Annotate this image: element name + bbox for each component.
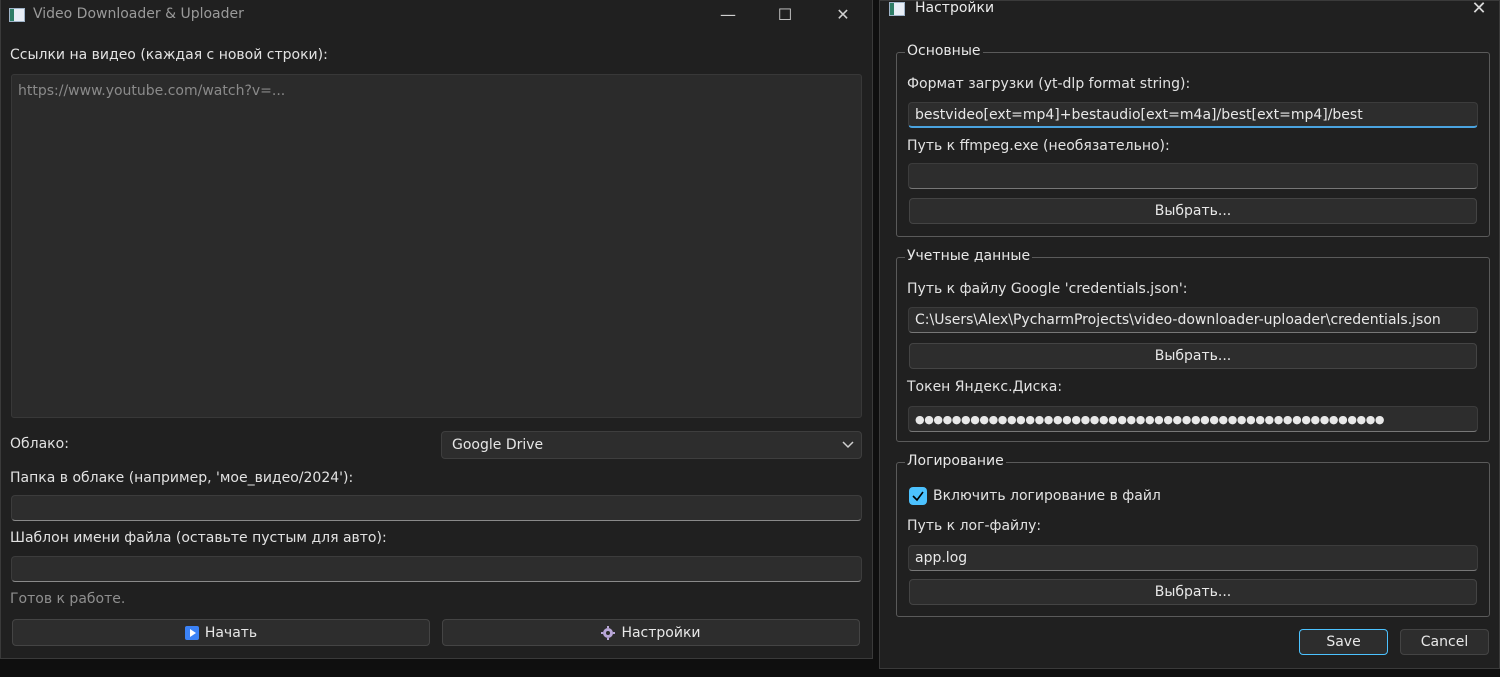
settings-dialog: Настройки ✕ Основные Формат загрузки (yt… — [879, 0, 1500, 669]
cancel-button[interactable]: Cancel — [1400, 629, 1489, 655]
minimize-icon[interactable]: — — [699, 0, 757, 32]
close-icon[interactable]: ✕ — [1467, 0, 1491, 20]
cloud-selected-value: Google Drive — [452, 437, 544, 453]
format-label: Формат загрузки (yt-dlp format string): — [907, 76, 1191, 92]
enable-logging-label[interactable]: Включить логирование в файл — [933, 488, 1161, 504]
window-title: Video Downloader & Uploader — [33, 6, 244, 22]
cloud-select[interactable]: Google Drive — [441, 431, 862, 459]
ffmpeg-input[interactable] — [908, 163, 1478, 189]
format-input[interactable]: bestvideo[ext=mp4]+bestaudio[ext=m4a]/be… — [908, 102, 1478, 128]
dialog-title: Настройки — [915, 0, 995, 16]
logfile-browse-button[interactable]: Выбрать... — [909, 579, 1477, 605]
app-icon — [9, 8, 25, 22]
gear-icon — [601, 625, 616, 640]
yandex-token-input[interactable]: ●●●●●●●●●●●●●●●●●●●●●●●●●●●●●●●●●●●●●●●●… — [908, 406, 1478, 432]
links-label: Ссылки на видео (каждая с новой строки): — [10, 47, 328, 63]
ffmpeg-browse-button[interactable]: Выбрать... — [909, 198, 1477, 224]
yandex-token-label: Токен Яндекс.Диска: — [907, 379, 1063, 395]
settings-button[interactable]: Настройки — [442, 619, 860, 646]
dialog-app-icon — [889, 2, 905, 16]
template-label: Шаблон имени файла (оставьте пустым для … — [10, 530, 387, 546]
start-button-label: Начать — [204, 624, 258, 641]
title-bar[interactable]: Video Downloader & Uploader — ☐ ✕ — [1, 0, 872, 32]
google-credentials-label: Путь к файлу Google 'credentials.json': — [907, 281, 1188, 297]
credentials-group-title: Учетные данные — [905, 248, 1033, 264]
check-icon — [912, 491, 924, 502]
ffmpeg-label: Путь к ffmpeg.exe (необязательно): — [907, 138, 1170, 154]
logfile-label: Путь к лог-файлу: — [907, 518, 1042, 534]
settings-button-label: Настройки — [621, 624, 701, 641]
google-credentials-input[interactable]: C:\Users\Alex\PycharmProjects\video-down… — [908, 307, 1478, 333]
close-icon[interactable]: ✕ — [814, 0, 872, 32]
credentials-browse-button[interactable]: Выбрать... — [909, 343, 1477, 369]
logging-group: Логирование Включить логирование в файл … — [896, 453, 1490, 617]
play-icon — [184, 625, 199, 640]
links-textarea[interactable]: https://www.youtube.com/watch?v=... — [11, 74, 862, 418]
folder-label: Папка в облаке (например, 'мое_видео/202… — [10, 470, 354, 486]
enable-logging-checkbox[interactable] — [909, 487, 927, 505]
basic-group-title: Основные — [905, 43, 983, 59]
save-button[interactable]: Save — [1299, 629, 1388, 655]
basic-group: Основные Формат загрузки (yt-dlp format … — [896, 43, 1490, 237]
template-input[interactable] — [11, 556, 862, 582]
cloud-label: Облако: — [10, 436, 69, 452]
maximize-icon[interactable]: ☐ — [756, 0, 814, 32]
credentials-group: Учетные данные Путь к файлу Google 'cred… — [896, 248, 1490, 442]
logfile-input[interactable]: app.log — [908, 545, 1478, 571]
logging-group-title: Логирование — [905, 453, 1006, 469]
status-text: Готов к работе. — [10, 591, 126, 607]
main-window: Video Downloader & Uploader — ☐ ✕ Ссылки… — [0, 0, 873, 659]
start-button[interactable]: Начать — [12, 619, 430, 646]
links-placeholder: https://www.youtube.com/watch?v=... — [18, 83, 286, 99]
folder-input[interactable] — [11, 495, 862, 521]
chevron-down-icon — [842, 441, 854, 449]
